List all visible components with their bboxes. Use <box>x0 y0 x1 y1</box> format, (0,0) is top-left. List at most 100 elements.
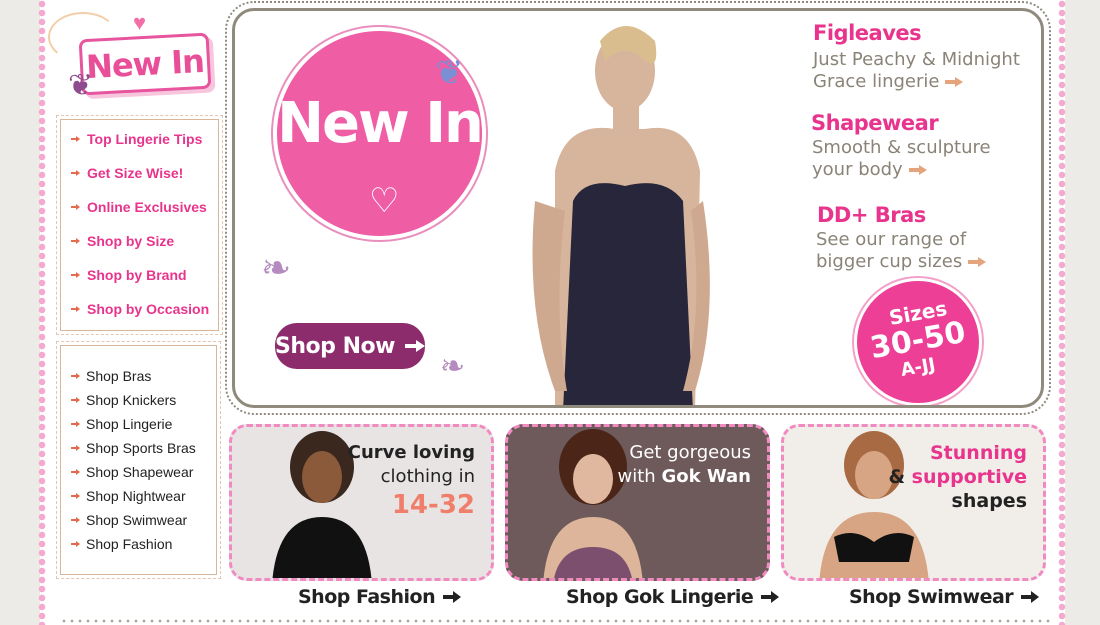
arrow-right-icon <box>71 136 81 142</box>
tile-caption: Get gorgeous with Gok Wan <box>618 441 752 489</box>
sidebar-tips-box: Top Lingerie Tips Get Size Wise! Online … <box>56 115 223 335</box>
arrow-right-icon <box>908 165 927 175</box>
sidebar-item-shop-nightwear[interactable]: Shop Nightwear <box>61 488 216 512</box>
butterfly-icon: ❧ <box>261 247 292 288</box>
promo-line-with-arrow: your body <box>812 159 991 181</box>
sidebar-item-shop-by-occasion[interactable]: Shop by Occasion <box>61 300 218 334</box>
sidebar-item-online-exclusives[interactable]: Online Exclusives <box>61 198 218 232</box>
arrow-right-icon <box>71 445 81 451</box>
sidebar-item-label: Shop by Brand <box>87 267 187 283</box>
promo-dd-bras-title[interactable]: DD+ Bras <box>817 203 926 227</box>
sidebar-item-shop-shapewear[interactable]: Shop Shapewear <box>61 464 216 488</box>
tile-caption: Curve loving clothing in 14-32 <box>348 441 475 521</box>
tile-caption-line: clothing in <box>380 466 475 487</box>
sidebar-item-shop-swimwear[interactable]: Shop Swimwear <box>61 512 216 536</box>
tile-caption-size: 14-32 <box>391 490 475 520</box>
heart-icon: ♡ <box>369 182 400 220</box>
sidebar-item-shop-fashion[interactable]: Shop Fashion <box>61 536 216 560</box>
arrow-right-icon <box>71 421 81 427</box>
arrow-right-icon <box>71 306 81 312</box>
sidebar-item-label: Shop Sports Bras <box>86 440 196 456</box>
promo-line: bigger cup sizes <box>816 251 963 272</box>
promo-figleaves-text[interactable]: Just Peachy & Midnight Grace lingerie <box>813 49 1020 93</box>
arrow-right-icon <box>71 204 81 210</box>
tile-caption-name: Gok Wan <box>661 466 751 487</box>
shop-now-label: Shop Now <box>275 333 395 359</box>
sidebar-item-label: Top Lingerie Tips <box>87 131 203 147</box>
arrow-right-icon <box>71 517 81 523</box>
arrow-right-icon <box>71 541 81 547</box>
shop-swimwear-link[interactable]: Shop Swimwear <box>849 586 1040 608</box>
butterfly-icon: ❦ <box>435 54 464 92</box>
promo-tile-gok[interactable]: Get gorgeous with Gok Wan <box>505 424 770 581</box>
tile-caption-line: supportive <box>911 466 1027 488</box>
promo-tile-swimwear[interactable]: Stunning & supportive shapes <box>781 424 1046 581</box>
sidebar-item-shop-bras[interactable]: Shop Bras <box>61 368 216 392</box>
shop-fashion-label: Shop Fashion <box>298 586 436 608</box>
promo-figleaves-title[interactable]: Figleaves <box>813 21 922 45</box>
sidebar-item-label: Get Size Wise! <box>87 165 184 181</box>
arrow-right-icon <box>71 493 81 499</box>
arrow-right-icon <box>71 397 81 403</box>
sidebar-item-label: Shop Lingerie <box>86 416 173 432</box>
sidebar-item-label: Shop Shapewear <box>86 464 194 480</box>
promo-line: See our range of <box>816 229 967 250</box>
scallop-border-left <box>38 0 46 625</box>
scallop-border-right <box>1058 0 1066 625</box>
arrow-right-icon <box>71 469 81 475</box>
sidebar-item-shop-sports-bras[interactable]: Shop Sports Bras <box>61 440 216 464</box>
sidebar-item-label: Shop Bras <box>86 368 152 384</box>
shop-gok-lingerie-link[interactable]: Shop Gok Lingerie <box>566 586 780 608</box>
sidebar-item-shop-by-brand[interactable]: Shop by Brand <box>61 266 218 300</box>
tile-caption-line-with-name: with Gok Wan <box>618 465 752 489</box>
promo-shapewear-title[interactable]: Shapewear <box>811 111 939 135</box>
butterfly-icon: ❧ <box>440 350 466 383</box>
arrow-right-icon <box>71 238 81 244</box>
tile-caption-line: Stunning <box>930 442 1027 464</box>
sidebar-item-top-lingerie-tips[interactable]: Top Lingerie Tips <box>61 130 218 164</box>
shop-fashion-link[interactable]: Shop Fashion <box>298 586 462 608</box>
sidebar-item-label: Shop by Size <box>87 233 175 249</box>
tile-caption-line: & <box>888 466 906 488</box>
shop-now-button[interactable]: Shop Now <box>275 323 425 369</box>
promo-dd-bras-text[interactable]: See our range of bigger cup sizes <box>816 229 987 273</box>
shop-swimwear-label: Shop Swimwear <box>849 586 1014 608</box>
sidebar-item-label: Shop Knickers <box>86 392 177 408</box>
tile-caption-line: shapes <box>951 490 1027 512</box>
sidebar-item-label: Shop Nightwear <box>86 488 186 504</box>
sidebar-shop-box: Shop Bras Shop Knickers Shop Lingerie Sh… <box>56 341 221 579</box>
promo-line-with-arrow: bigger cup sizes <box>816 251 987 273</box>
sidebar-item-shop-lingerie[interactable]: Shop Lingerie <box>61 416 216 440</box>
arrow-right-icon <box>443 591 462 603</box>
promo-line: Grace lingerie <box>813 71 940 92</box>
tile-caption-line: with <box>617 466 656 487</box>
promo-line: your body <box>812 159 903 180</box>
tile-caption-line: Get gorgeous <box>629 442 751 463</box>
promo-shapewear-text[interactable]: Smooth & sculpture your body <box>812 137 991 181</box>
bottom-dotted-divider <box>60 619 1050 623</box>
tile-caption-line-with-ampersand: & supportive <box>888 465 1027 489</box>
arrow-right-icon <box>945 77 964 87</box>
new-in-badge-label: New In <box>85 41 205 87</box>
sidebar-item-shop-knickers[interactable]: Shop Knickers <box>61 392 216 416</box>
arrow-right-icon <box>761 591 780 603</box>
arrow-right-icon <box>71 272 81 278</box>
new-in-circle-title: New In <box>277 91 484 156</box>
tile-caption: Stunning & supportive shapes <box>888 441 1027 513</box>
shop-gok-lingerie-label: Shop Gok Lingerie <box>566 586 754 608</box>
sidebar-item-get-size-wise[interactable]: Get Size Wise! <box>61 164 218 198</box>
sizes-badge[interactable]: Sizes 30-50 A-JJ <box>857 281 979 403</box>
heart-icon: ♥ <box>133 10 147 35</box>
hero-banner[interactable]: New In ♡ ❦ ❧ ❧ Shop Now Figleaves Just P… <box>225 1 1051 415</box>
sidebar-item-label: Shop by Occasion <box>87 301 210 317</box>
sidebar-item-shop-by-size[interactable]: Shop by Size <box>61 232 218 266</box>
arrow-right-icon <box>968 257 987 267</box>
promo-tile-fashion[interactable]: Curve loving clothing in 14-32 <box>229 424 494 581</box>
arrow-right-icon <box>404 340 425 352</box>
model-photo <box>532 26 710 405</box>
sidebar-item-label: Online Exclusives <box>87 199 207 215</box>
new-in-badge[interactable]: New In <box>78 32 212 96</box>
promo-line-with-arrow: Grace lingerie <box>813 71 1020 93</box>
tile-caption-line: Curve loving <box>347 442 475 463</box>
arrow-right-icon <box>1021 591 1040 603</box>
